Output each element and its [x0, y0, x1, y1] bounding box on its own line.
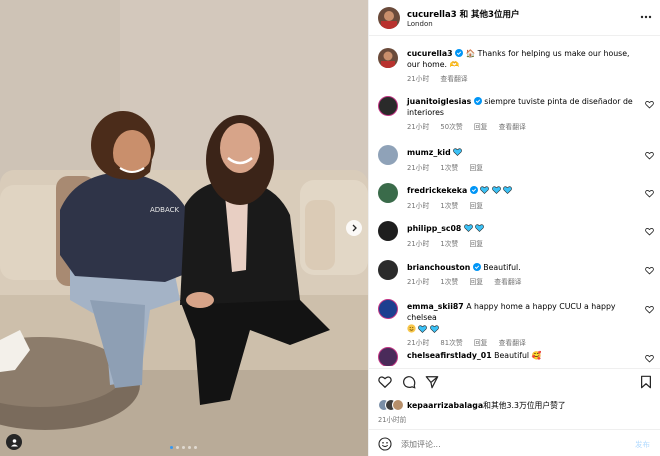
comment-item: chelseafirstlady_01 Beautiful 🥰	[369, 346, 660, 366]
comment-likes[interactable]: 50次赞	[440, 123, 462, 131]
comment-input[interactable]	[401, 437, 601, 451]
heart-icon[interactable]	[645, 189, 654, 198]
bookmark-icon[interactable]	[639, 375, 653, 389]
caption-username[interactable]: cucurella3	[407, 49, 453, 58]
post-side-panel: cucurella3 和 其他3位用户 London cucurella3 🏠 …	[368, 0, 660, 456]
blue-heart-icon	[480, 186, 490, 194]
comment-username[interactable]: brianchouston	[407, 263, 470, 272]
carousel-next-button[interactable]	[346, 220, 362, 236]
comment-likes[interactable]: 1次赞	[440, 278, 458, 286]
like-heart-icon[interactable]	[378, 375, 392, 389]
more-icon[interactable]	[639, 11, 653, 23]
commenter-avatar[interactable]	[378, 347, 398, 366]
reply-link[interactable]: 回复	[470, 240, 484, 248]
blue-heart-icon	[453, 148, 463, 156]
post-comment-button[interactable]: 发布	[635, 439, 650, 450]
heart-icon[interactable]	[645, 354, 654, 363]
blue-hearts	[453, 148, 463, 159]
blue-heart-icon	[430, 325, 439, 333]
liked-avatars	[378, 399, 404, 411]
chevron-right-icon	[352, 224, 357, 232]
comment-username[interactable]: philipp_sc08	[407, 224, 461, 233]
verified-icon	[473, 97, 482, 105]
blue-heart-icon	[503, 186, 513, 194]
comment-username[interactable]: fredrickekeka	[407, 186, 467, 195]
see-translation-link[interactable]: 查看翻译	[440, 75, 467, 83]
likes-text[interactable]: 和其他3.3万位用户赞了	[483, 400, 566, 411]
liker-username[interactable]: kepaarrizabalaga	[407, 401, 483, 410]
add-comment-bar: 发布	[369, 429, 660, 456]
reply-link[interactable]: 回复	[470, 202, 484, 210]
heart-icon[interactable]	[645, 100, 654, 109]
comment-time[interactable]: 21小时	[407, 164, 429, 172]
user-tag-button[interactable]	[6, 434, 22, 450]
comment-time[interactable]: 21小时	[407, 278, 429, 286]
caption-time[interactable]: 21小时	[407, 75, 429, 83]
user-tag-icon	[10, 438, 18, 446]
smile-emoji-icon	[407, 324, 416, 333]
blue-heart-icon	[475, 224, 485, 232]
blue-heart-icon	[418, 325, 428, 333]
comment-username[interactable]: emma_skii87	[407, 302, 464, 311]
comment-time[interactable]: 21小时	[407, 202, 429, 210]
comment-username[interactable]: chelseafirstlady_01	[407, 351, 492, 360]
post-actions: kepaarrizabalaga 和其他3.3万位用户赞了 21小时前 发布	[369, 368, 660, 456]
comment-emojis	[407, 324, 637, 336]
post-location[interactable]: London	[407, 20, 433, 28]
heart-icon[interactable]	[645, 266, 654, 275]
commenter-avatar[interactable]	[378, 221, 398, 241]
post-header: cucurella3 和 其他3位用户 London	[369, 0, 660, 36]
blue-heart-icon	[463, 224, 473, 232]
commenter-avatar[interactable]	[378, 260, 398, 280]
comment-username[interactable]: juanitoiglesias	[407, 97, 471, 106]
carousel-dot	[188, 446, 191, 449]
commenter-avatar[interactable]	[378, 183, 398, 203]
emoji-icon[interactable]	[378, 437, 392, 451]
comment-username[interactable]: mumz_kid	[407, 148, 451, 157]
reply-link[interactable]: 回复	[470, 278, 484, 286]
svg-text:ADBACK: ADBACK	[150, 206, 180, 214]
share-icon[interactable]	[425, 375, 439, 389]
carousel-dots	[170, 446, 197, 449]
carousel-dot	[182, 446, 185, 449]
heart-icon[interactable]	[645, 227, 654, 236]
post-time[interactable]: 21小时前	[378, 414, 406, 424]
comment-likes[interactable]: 1次赞	[440, 240, 458, 248]
comment-time[interactable]: 21小时	[407, 123, 429, 131]
verified-icon	[469, 186, 478, 194]
commenter-avatar[interactable]	[378, 96, 398, 116]
comment-text: Beautiful 🥰	[494, 351, 542, 360]
caption-body: cucurella3 🏠 Thanks for helping us make …	[407, 48, 637, 85]
photo-scene: ADBACK	[0, 0, 368, 456]
blue-heart-icon	[491, 186, 501, 194]
reply-link[interactable]: 回复	[474, 123, 488, 131]
author-avatar[interactable]	[378, 7, 400, 29]
author-avatar[interactable]	[378, 48, 398, 68]
carousel-dot	[170, 446, 173, 449]
carousel-dot	[176, 446, 179, 449]
post-title[interactable]: cucurella3 和 其他3位用户	[407, 8, 519, 20]
comment-likes[interactable]: 1次赞	[440, 164, 458, 172]
commenter-avatar[interactable]	[378, 145, 398, 165]
see-translation-link[interactable]: 查看翻译	[499, 123, 526, 131]
carousel-dot	[194, 446, 197, 449]
comment-icon[interactable]	[402, 375, 416, 389]
likes-summary[interactable]: kepaarrizabalaga 和其他3.3万位用户赞了	[378, 399, 566, 411]
reply-link[interactable]: 回复	[470, 164, 484, 172]
comment-text: Beautiful.	[483, 263, 521, 272]
verified-icon	[455, 49, 463, 57]
comment-likes[interactable]: 1次赞	[440, 202, 458, 210]
commenter-avatar[interactable]	[378, 299, 398, 319]
verified-icon	[472, 263, 481, 271]
see-translation-link[interactable]: 查看翻译	[494, 278, 521, 286]
blue-hearts	[463, 224, 485, 235]
post-photo[interactable]: ADBACK	[0, 0, 368, 456]
heart-icon[interactable]	[645, 305, 654, 314]
blue-hearts	[480, 186, 513, 197]
heart-icon[interactable]	[645, 151, 654, 160]
comment-time[interactable]: 21小时	[407, 240, 429, 248]
